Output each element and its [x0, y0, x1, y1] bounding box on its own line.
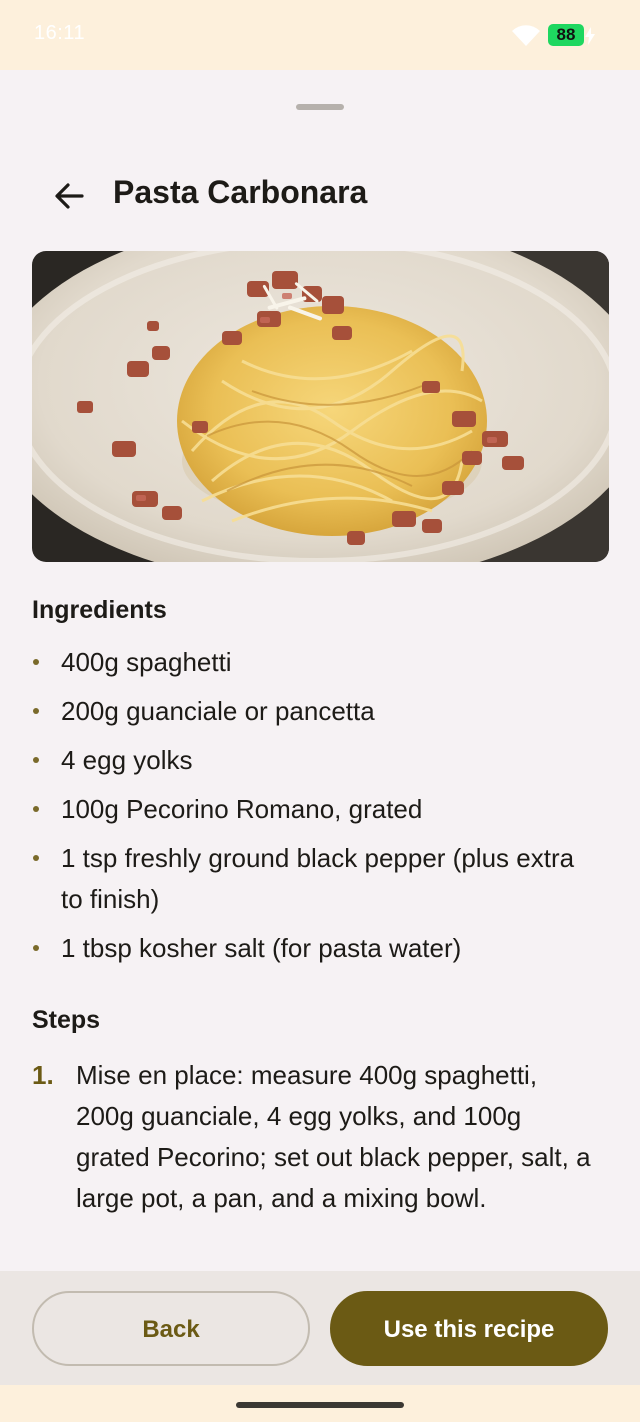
step-number: 1. [32, 1060, 54, 1090]
ingredient-text: 1 tsp freshly ground black pepper (plus … [61, 843, 575, 914]
recipe-sheet: Pasta Carbonara Ingredients 400g spaghet… [0, 70, 640, 1271]
back-arrow-icon[interactable] [52, 179, 86, 213]
bullet-icon [33, 659, 39, 665]
list-item: 100g Pecorino Romano, grated [32, 789, 602, 830]
bullet-icon [33, 945, 39, 951]
carbonara-illustration [32, 251, 609, 562]
step-text: Mise en place: measure 400g spaghetti, 2… [76, 1060, 591, 1213]
list-item: 200g guanciale or pancetta [32, 691, 602, 732]
home-indicator[interactable] [236, 1402, 404, 1408]
ingredients-heading: Ingredients [32, 596, 167, 624]
page-title: Pasta Carbonara [113, 174, 368, 210]
bottom-action-bar: Back Use this recipe [0, 1271, 640, 1385]
list-item: 4 egg yolks [32, 740, 602, 781]
bullet-icon [33, 708, 39, 714]
ingredient-text: 4 egg yolks [61, 745, 193, 775]
steps-heading: Steps [32, 1006, 101, 1034]
recipe-photo [32, 251, 609, 562]
step-item: 1. Mise en place: measure 400g spaghetti… [32, 1055, 602, 1219]
ingredients-list: 400g spaghetti 200g guanciale or pancett… [32, 642, 602, 977]
steps-list: 1. Mise en place: measure 400g spaghetti… [32, 1055, 602, 1219]
bullet-icon [33, 757, 39, 763]
ingredient-text: 100g Pecorino Romano, grated [61, 794, 423, 824]
charging-icon [585, 27, 595, 45]
list-item: 1 tsp freshly ground black pepper (plus … [32, 838, 602, 920]
drag-handle[interactable] [296, 104, 344, 110]
wifi-icon [512, 25, 540, 46]
list-item: 1 tbsp kosher salt (for pasta water) [32, 928, 602, 969]
ingredient-text: 200g guanciale or pancetta [61, 696, 375, 726]
battery-indicator: 88 [548, 24, 584, 46]
use-recipe-button[interactable]: Use this recipe [330, 1291, 608, 1366]
gesture-nav-area [0, 1385, 640, 1422]
back-button[interactable]: Back [32, 1291, 310, 1366]
bullet-icon [33, 806, 39, 812]
bullet-icon [33, 855, 39, 861]
list-item: 400g spaghetti [32, 642, 602, 683]
ingredient-text: 400g spaghetti [61, 647, 232, 677]
ingredient-text: 1 tbsp kosher salt (for pasta water) [61, 933, 462, 963]
status-bar: 16:11 88 [0, 0, 640, 70]
status-time: 16:11 [34, 22, 86, 44]
